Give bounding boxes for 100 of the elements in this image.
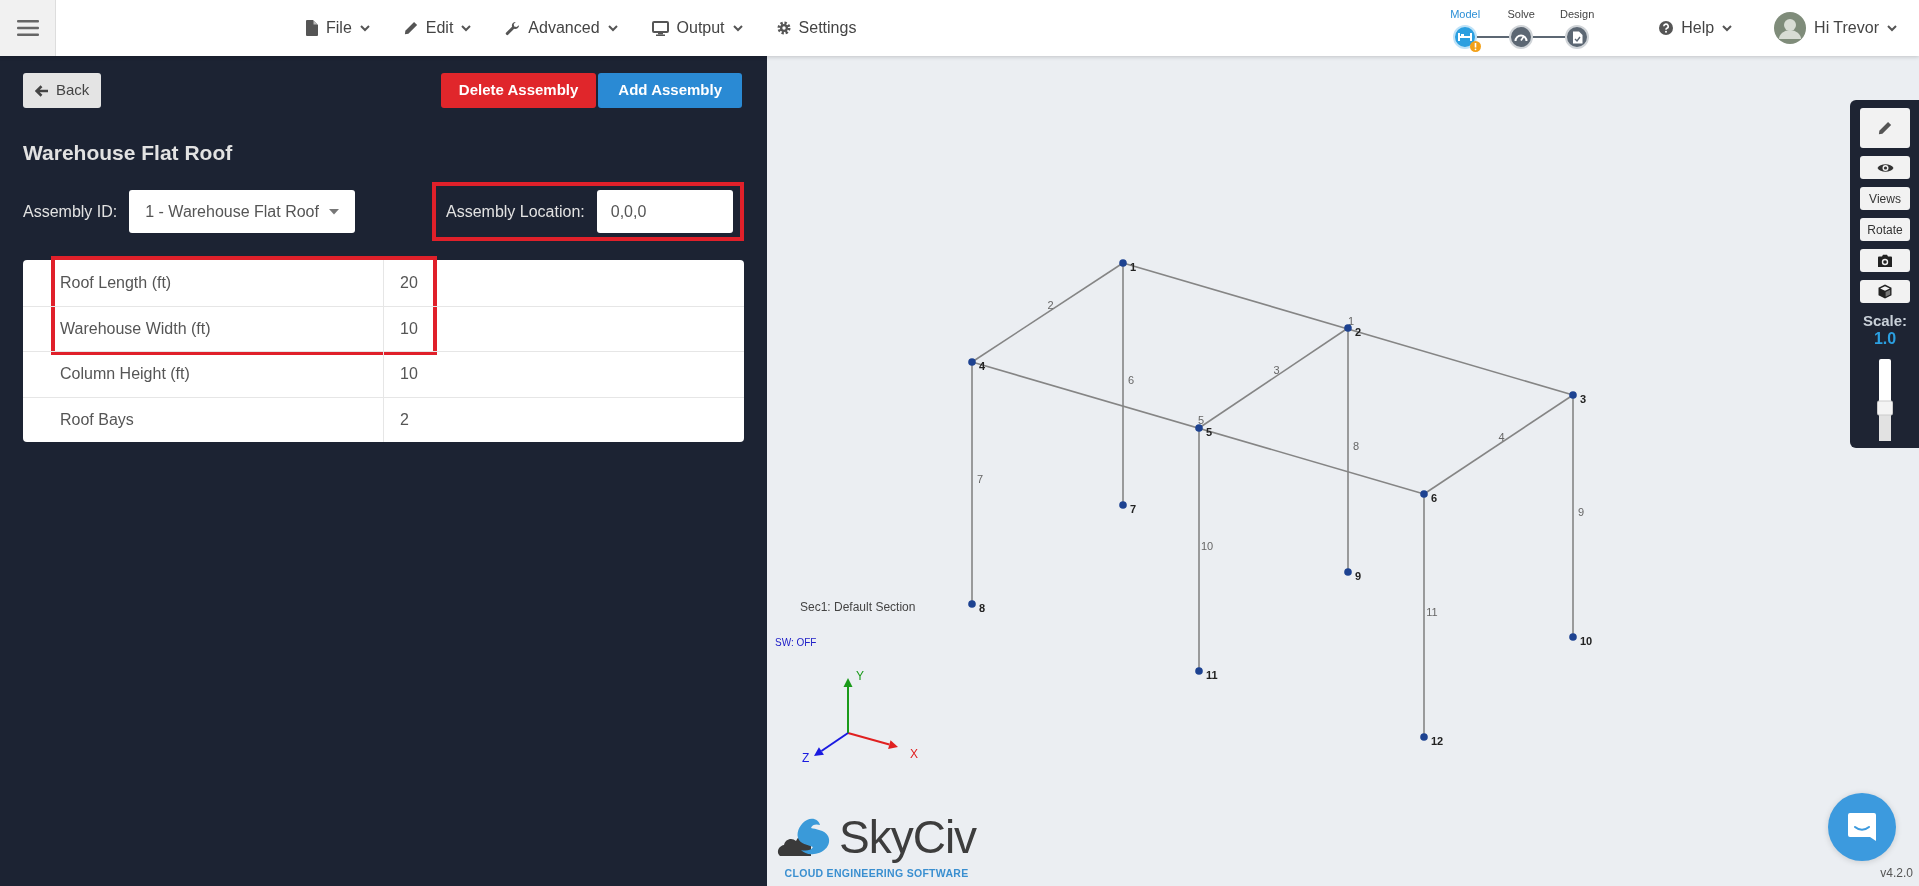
table-cell-text: 2 — [399, 409, 409, 430]
node-dot — [1195, 424, 1203, 432]
file-icon — [306, 20, 318, 36]
chevron-icon — [1887, 24, 1897, 32]
member-label: 8 — [1352, 440, 1360, 452]
chat-button[interactable] — [1828, 793, 1896, 861]
axis-label: Y — [856, 669, 864, 683]
eye-icon — [1876, 161, 1894, 174]
menu-dropdown[interactable]: Advanced — [505, 12, 618, 44]
table-cell: Warehouse Width (ft) — [23, 306, 384, 352]
warning-icon — [1470, 41, 1482, 52]
node-label: 11 — [1206, 669, 1218, 681]
back-button[interactable]: Back — [23, 73, 102, 108]
version-label: v4.2.0 — [1880, 865, 1913, 882]
model-icon — [1458, 32, 1473, 42]
menu-dropdown[interactable]: Output — [651, 12, 743, 44]
caret-icon — [329, 208, 340, 215]
table-cell: Roof Bays — [23, 397, 384, 443]
node-label: 7 — [1130, 503, 1137, 515]
help-icon — [1659, 21, 1674, 35]
chevron-icon — [359, 24, 370, 32]
member-label: 2 — [1047, 298, 1054, 311]
step-label: Design — [1560, 7, 1595, 21]
logo-tagline: CLOUD ENGINEERING SOFTWARE — [784, 866, 969, 881]
step-button[interactable] — [1509, 25, 1534, 49]
member-label: 9 — [1577, 506, 1585, 518]
scale-label: Scale: — [1861, 313, 1909, 329]
pencil-icon — [403, 21, 418, 35]
gauge-icon — [1514, 32, 1529, 42]
table-cell-text: 10 — [399, 364, 418, 385]
toolbar-button[interactable]: Rotate — [1860, 218, 1910, 241]
node-label: 6 — [1431, 492, 1438, 504]
member-label: 5 — [1197, 414, 1205, 426]
delete-assembly-button[interactable]: Delete Assembly — [440, 73, 597, 108]
z-axis-arrow — [814, 732, 849, 756]
member-label: 4 — [1498, 430, 1505, 443]
table-cell: Column Height (ft) — [23, 352, 384, 397]
node-dot — [1119, 501, 1127, 509]
toolbar-button[interactable] — [1860, 280, 1910, 303]
menu-dropdown[interactable]: Edit — [403, 12, 472, 44]
node-label: 5 — [1206, 426, 1213, 438]
node-dot — [1344, 568, 1352, 576]
pencil-icon — [1878, 121, 1892, 135]
table-cell-text: 20 — [399, 272, 418, 293]
step-label: Solve — [1507, 7, 1535, 21]
node-dot — [968, 358, 976, 366]
node-label: 4 — [979, 360, 986, 372]
y-axis-arrow — [843, 678, 853, 734]
document-icon — [1571, 30, 1583, 44]
node-label: 10 — [1580, 635, 1593, 647]
chevron-icon — [732, 24, 743, 32]
node-dot — [1119, 259, 1127, 267]
node-dot — [1195, 667, 1203, 675]
member-label: 3 — [1273, 364, 1280, 376]
node-label: 12 — [1431, 735, 1444, 747]
node-dot — [1344, 324, 1352, 332]
table-cell-text: 10 — [399, 318, 418, 339]
toolbar-button[interactable]: Views — [1860, 187, 1910, 210]
add-assembly-button[interactable]: Add Assembly — [598, 73, 742, 108]
logo-text: SkyCiv — [839, 812, 977, 862]
chevron-icon — [1722, 24, 1733, 32]
menu-dropdown[interactable]: File — [306, 12, 370, 44]
chevron-icon — [607, 24, 618, 32]
settings-icon — [776, 21, 791, 35]
arrow-left-icon — [35, 84, 49, 97]
step-button[interactable] — [1453, 25, 1478, 49]
toolbar-button[interactable] — [1860, 156, 1910, 179]
member-label: 1 — [1347, 315, 1355, 327]
self-weight-label: SW: OFF — [775, 637, 817, 648]
section-label: Sec1: Default Section — [800, 600, 916, 614]
node-label: 2 — [1355, 326, 1362, 338]
assembly-id-dropdown[interactable]: 1 - Warehouse Flat Roof — [129, 190, 356, 234]
table-cell: Roof Length (ft) — [23, 260, 384, 306]
menu-button[interactable] — [0, 0, 56, 56]
node-label: 3 — [1580, 393, 1587, 405]
avatar-icon — [1774, 12, 1807, 44]
help-menu[interactable]: Help — [1659, 12, 1733, 44]
member-label: 10 — [1200, 539, 1214, 552]
panel-title: Warehouse Flat Roof — [23, 140, 234, 166]
user-menu[interactable]: Hi Trevor — [1774, 8, 1897, 48]
menu-link[interactable]: Settings — [776, 12, 857, 44]
location-field[interactable]: 0,0,0 — [596, 190, 733, 234]
toolbar-button[interactable] — [1860, 108, 1910, 148]
step-button[interactable] — [1565, 25, 1590, 49]
chevron-icon — [461, 24, 472, 32]
monitor-icon — [651, 20, 669, 36]
node-dot — [1569, 391, 1577, 399]
node-dot — [1569, 633, 1577, 641]
toolbar-button[interactable] — [1860, 249, 1910, 272]
chat-icon — [1845, 810, 1879, 844]
camera-icon — [1877, 253, 1893, 268]
scale-value: 1.0 — [1872, 331, 1898, 347]
node-dot — [968, 600, 976, 608]
slider-thumb[interactable] — [1877, 400, 1893, 416]
wrench-icon — [505, 20, 521, 36]
node-label: 1 — [1130, 261, 1137, 273]
node-dot — [1420, 490, 1428, 498]
member-label: 7 — [976, 473, 984, 485]
field-label: Assembly ID: — [23, 201, 118, 222]
x-axis-arrow — [847, 732, 898, 749]
